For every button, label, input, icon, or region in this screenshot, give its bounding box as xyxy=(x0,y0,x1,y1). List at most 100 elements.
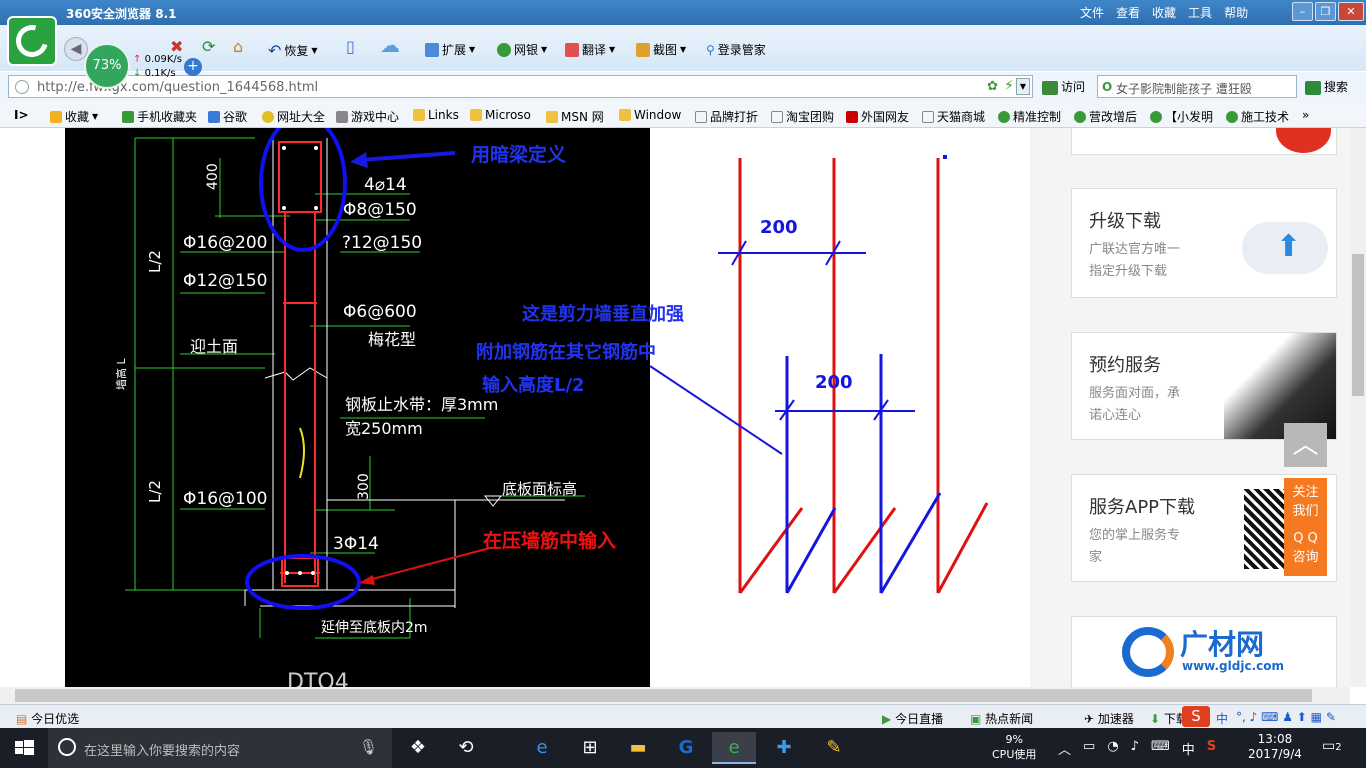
clock[interactable]: 13:08 2017/9/4 xyxy=(1248,732,1302,762)
sidebar-card-top[interactable] xyxy=(1071,128,1337,155)
keyboard-icon[interactable]: ⌨ xyxy=(1151,739,1170,758)
fav-item[interactable]: 营改增后 xyxy=(1074,108,1137,125)
refresh-icon[interactable]: ⟳ xyxy=(202,37,215,56)
today-picks[interactable]: ▤ 今日优选 xyxy=(16,710,79,727)
extend-button[interactable]: 扩展 ▼ xyxy=(425,41,475,58)
fav-item[interactable]: 淘宝团购 xyxy=(771,108,834,125)
fav-item[interactable]: Window xyxy=(619,108,681,122)
fav-item[interactable]: 外国网友 xyxy=(846,108,909,125)
chevron-up-icon[interactable]: ︿ xyxy=(1058,739,1071,758)
fav-item[interactable]: 天猫商城 xyxy=(922,108,985,125)
maximize-button[interactable]: ❐ xyxy=(1315,2,1336,21)
app-plus-icon[interactable]: ✚ xyxy=(762,732,806,764)
sidebar-card-upgrade[interactable]: 升级下载 广联达官方唯一 指定升级下载 ⬆ xyxy=(1071,188,1337,298)
minimize-button[interactable]: – xyxy=(1292,2,1313,21)
browser-logo[interactable] xyxy=(7,16,57,66)
browser-360-icon[interactable]: e xyxy=(712,732,756,764)
fav-item[interactable]: Microso xyxy=(470,108,531,122)
cad-label: 迎土面 xyxy=(190,337,239,356)
fav-label: 天猫商城 xyxy=(937,110,986,124)
tray-ime[interactable]: 中 xyxy=(1182,739,1195,758)
ime-mode[interactable]: 中 xyxy=(1216,710,1228,727)
cloud-icon[interactable]: ☁ xyxy=(380,33,400,57)
follow-us-widget[interactable]: 关注 我们 Q Q 咨询 xyxy=(1284,478,1327,576)
chevron-down-icon: ▼ xyxy=(541,45,548,54)
fav-label: 营改增后 xyxy=(1089,110,1138,124)
notification-center-icon[interactable]: ▭2 xyxy=(1322,738,1342,754)
fav-item[interactable]: 【小发明 xyxy=(1150,108,1213,125)
sogou-tray-icon[interactable]: S xyxy=(1207,739,1216,758)
sidebar-card-brand[interactable]: 广材网 www.gldjc.com xyxy=(1071,616,1337,687)
store-icon[interactable]: ⊞ xyxy=(568,732,612,764)
bank-button[interactable]: 网银 ▼ xyxy=(497,41,547,58)
visit-button[interactable]: 访问 xyxy=(1042,78,1085,95)
fav-item[interactable]: 施工技术 xyxy=(1226,108,1289,125)
reload-spinner-icon[interactable]: ✿ xyxy=(987,79,998,94)
menu-help[interactable]: 帮助 xyxy=(1224,4,1248,21)
fav-item[interactable]: 网址大全 xyxy=(262,108,325,125)
search-box[interactable]: O 女子影院制能孩子 遭狂殴 xyxy=(1097,75,1297,98)
glodon-icon[interactable]: G xyxy=(664,732,708,764)
cpu-label: CPU使用 xyxy=(992,748,1037,761)
taskbar-search-box[interactable]: 在这里输入你要搜索的内容 🎙 xyxy=(48,728,392,768)
fav-item[interactable]: Links xyxy=(413,108,459,122)
wifi-icon[interactable]: ◔ xyxy=(1107,739,1118,758)
volume-icon[interactable]: ♪ xyxy=(1131,739,1139,758)
system-tray: ︿ ▭ ◔ ♪ ⌨ 中 S xyxy=(1058,739,1216,758)
task-view-icon[interactable]: ❖ xyxy=(396,732,440,764)
fav-item[interactable]: 手机收藏夹 xyxy=(122,108,197,125)
windows-start-button[interactable] xyxy=(0,728,48,768)
menu-file[interactable]: 文件 xyxy=(1080,4,1104,21)
dimension-mid: 200 xyxy=(815,372,853,393)
edge-icon[interactable]: e xyxy=(520,732,564,764)
key-icon: ⚲ xyxy=(706,42,715,57)
horizontal-scrollbar[interactable] xyxy=(0,687,1350,704)
today-live[interactable]: ▶ 今日直播 xyxy=(882,710,943,727)
scroll-thumb[interactable] xyxy=(15,689,1312,702)
accelerator[interactable]: ✈ 加速器 xyxy=(1084,710,1134,727)
menu-favorites[interactable]: 收藏 xyxy=(1152,4,1176,21)
chat-icon xyxy=(998,110,1010,123)
search-input[interactable]: 女子影院制能孩子 遭狂殴 xyxy=(1116,80,1294,97)
speed-ball[interactable]: 73% xyxy=(84,43,130,89)
close-button[interactable]: ✕ xyxy=(1338,2,1364,21)
sogou-ime-icon[interactable]: S xyxy=(1182,706,1210,727)
cloud-download-icon: ⬆ xyxy=(1242,222,1328,274)
fav-item[interactable]: 品牌打折 xyxy=(695,108,758,125)
sidebar-toggle-icon[interactable]: I> xyxy=(14,108,29,122)
vertical-scrollbar[interactable] xyxy=(1350,128,1366,687)
app-icon[interactable]: ⟲ xyxy=(444,732,488,764)
fav-item[interactable]: 谷歌 xyxy=(208,108,247,125)
list-icon: ▤ xyxy=(16,712,28,726)
ime-tools-icon[interactable]: °, ♪ ⌨ ♟ ⬆ ▦ ✎ xyxy=(1236,710,1336,724)
screenshot-button[interactable]: 截图 ▼ xyxy=(636,41,686,58)
lightning-icon[interactable]: ⚡ xyxy=(1004,78,1014,94)
dropdown-arrow-icon[interactable]: ▼ xyxy=(1016,78,1030,95)
accelerate-plus-icon[interactable]: + xyxy=(184,58,202,76)
notes-icon[interactable]: ✎ xyxy=(812,732,856,764)
scroll-thumb[interactable] xyxy=(1352,254,1364,396)
fav-item[interactable]: 精准控制 xyxy=(998,108,1061,125)
restore-button[interactable]: ↶ 恢复 ▼ xyxy=(268,41,318,60)
card-title: 升级下载 xyxy=(1089,211,1161,232)
fav-item[interactable]: MSN 网 xyxy=(546,108,604,125)
menu-view[interactable]: 查看 xyxy=(1116,4,1140,21)
search-button[interactable]: 搜索 xyxy=(1305,78,1348,95)
phone-icon[interactable]: ▯ xyxy=(346,37,355,56)
back-to-top-button[interactable]: ︿ xyxy=(1284,423,1327,467)
address-url[interactable]: http://e.fwxgx.com/question_1644568.html xyxy=(37,80,318,95)
microphone-icon[interactable]: 🎙 xyxy=(359,738,378,756)
menu-tools[interactable]: 工具 xyxy=(1188,4,1212,21)
translate-button[interactable]: 翻译 ▼ xyxy=(565,41,615,58)
fav-item[interactable]: 游戏中心 xyxy=(336,108,399,125)
home-icon[interactable]: ⌂ xyxy=(233,37,243,56)
clock-time: 13:08 xyxy=(1257,732,1293,746)
battery-icon[interactable]: ▭ xyxy=(1083,739,1095,758)
hot-news[interactable]: ▣ 热点新闻 xyxy=(970,710,1033,727)
login-manager-button[interactable]: ⚲ 登录管家 xyxy=(706,41,766,58)
fav-item[interactable]: 收藏 ▼ xyxy=(50,108,98,125)
window-title: 360安全浏览器 8.1 xyxy=(66,7,177,21)
more-favorites-icon[interactable]: » xyxy=(1302,108,1309,122)
taskbar-search-input[interactable]: 在这里输入你要搜索的内容 xyxy=(84,740,240,759)
file-explorer-icon[interactable]: ▬ xyxy=(616,732,660,764)
